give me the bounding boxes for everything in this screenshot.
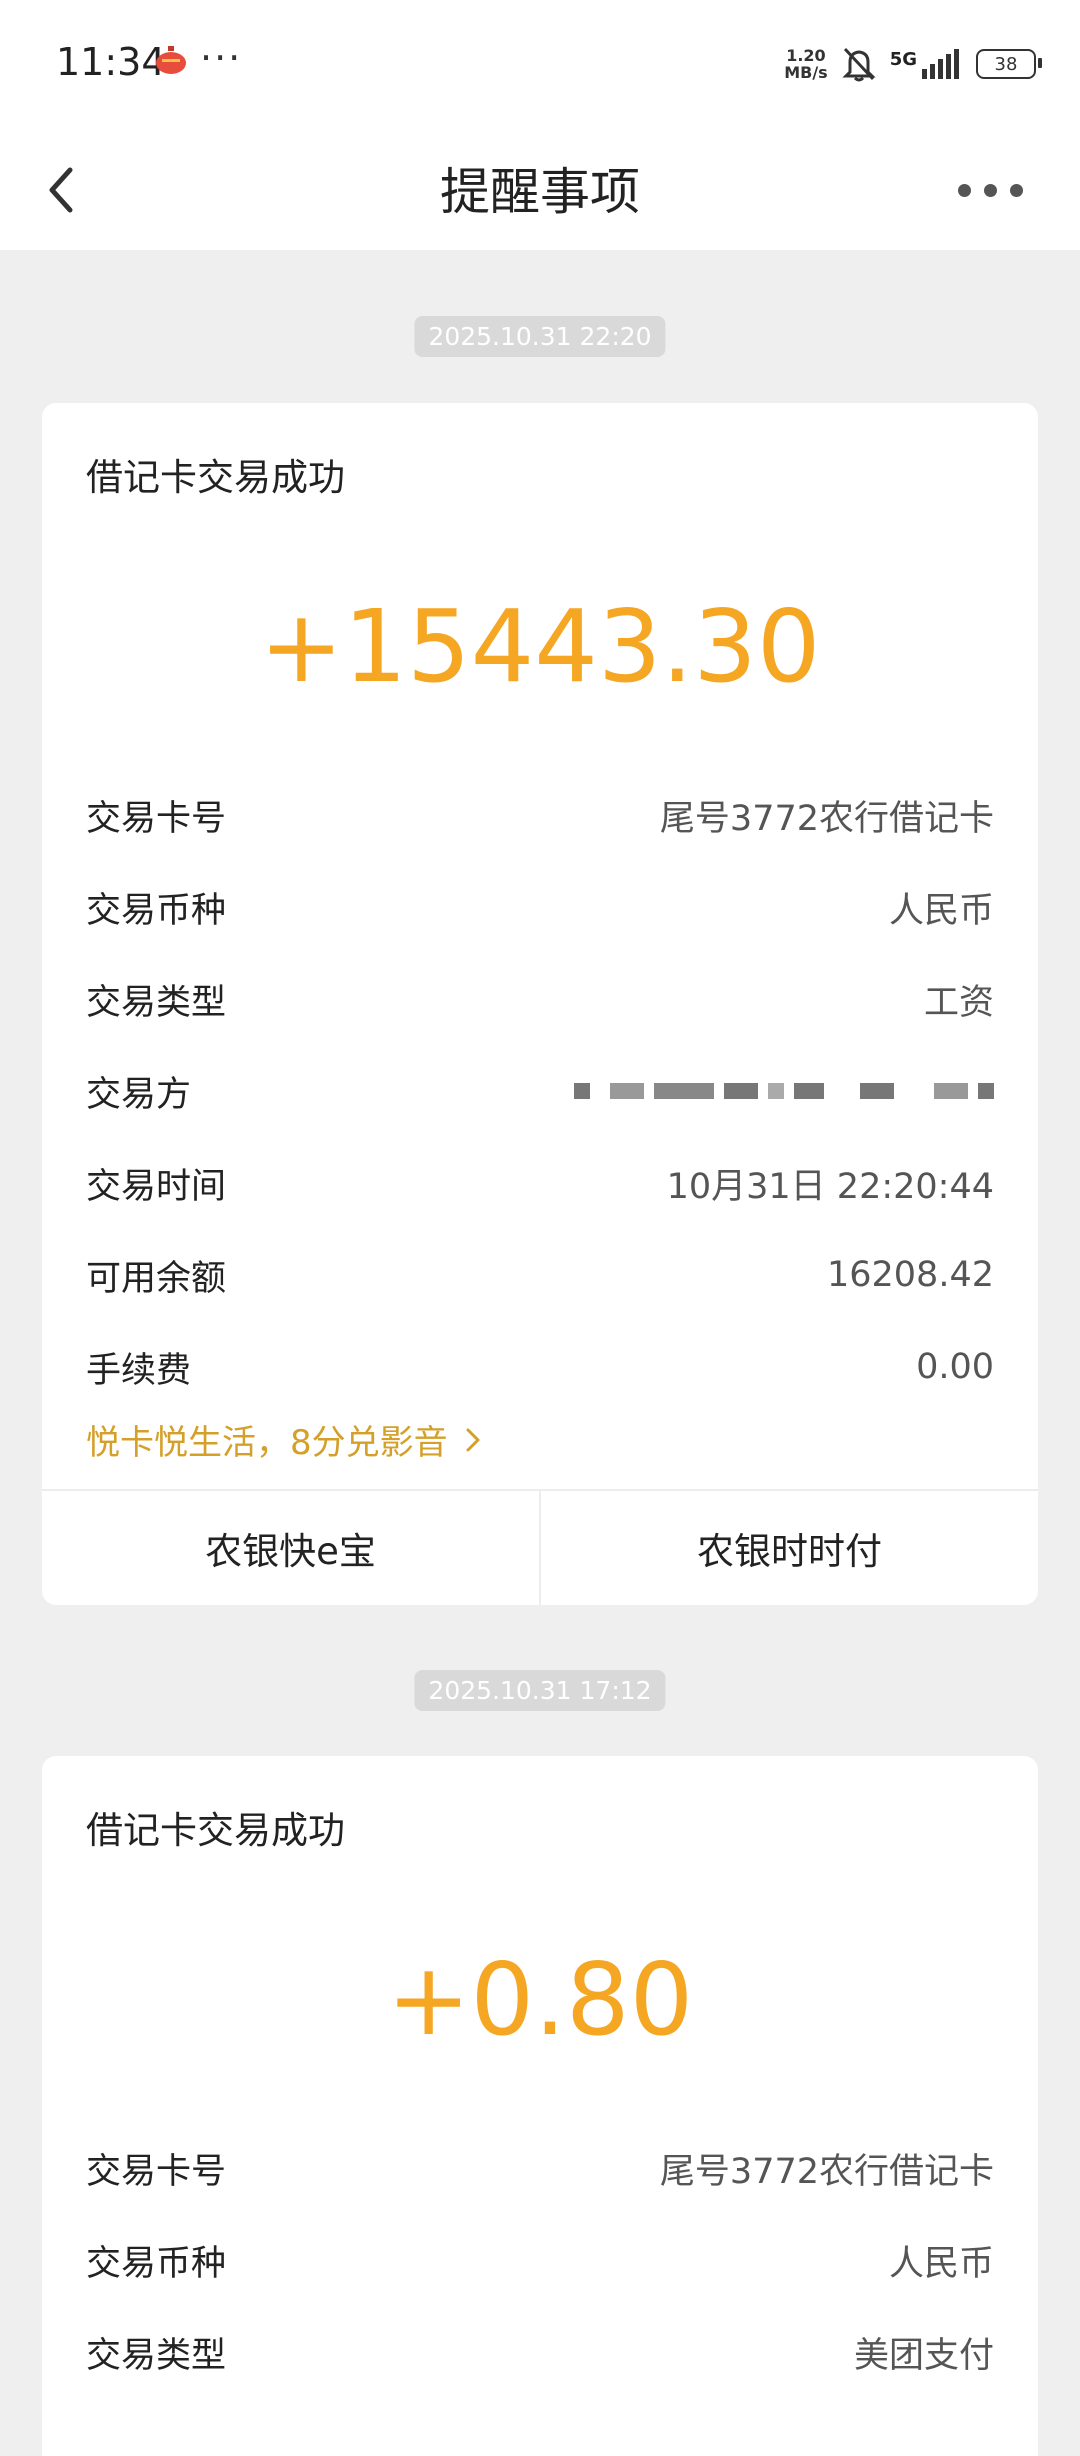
shi-shi-fu-button[interactable]: 农银时时付 xyxy=(539,1491,1038,1605)
detail-value: 美团支付 xyxy=(853,2335,994,2376)
detail-label: 手续费 xyxy=(86,1350,192,1391)
net-speed: 1.20 MB/s xyxy=(784,47,827,81)
net-speed-unit: MB/s xyxy=(784,63,828,82)
more-dots-icon xyxy=(983,183,997,197)
detail-value: 人民币 xyxy=(888,2243,994,2284)
detail-row: 交易币种 人民币 xyxy=(86,2230,994,2290)
promo-link[interactable]: 悦卡悦生活，8分兑影音 xyxy=(86,1415,484,1464)
detail-row: 交易类型 美团支付 xyxy=(86,2322,994,2382)
notice-card: 借记卡交易成功 +15443.30 交易卡号 尾号3772农行借记卡 交易币种 … xyxy=(42,403,1038,1605)
more-dots-icon xyxy=(957,183,971,197)
redacted-counterparty xyxy=(574,1071,994,1111)
detail-row: 可用余额 16208.42 xyxy=(86,1245,994,1305)
detail-value: 人民币 xyxy=(888,890,994,931)
nav-bar: 提醒事项 xyxy=(0,130,1080,250)
detail-value: 16208.42 xyxy=(826,1255,994,1295)
bell-off-icon xyxy=(842,47,876,82)
timestamp-chip: 2025.10.31 22:20 xyxy=(414,316,666,357)
network-type: 5G xyxy=(889,49,917,70)
detail-row: 交易类型 工资 xyxy=(86,969,994,1029)
transaction-amount: +0.80 xyxy=(386,1941,694,2058)
detail-label: 交易方 xyxy=(86,1074,192,1115)
battery-indicator: 38 xyxy=(976,49,1042,79)
chevron-right-icon xyxy=(466,1428,480,1451)
promo-text: 悦卡悦生活，8分兑影音 xyxy=(86,1423,448,1463)
status-time: 11:34 xyxy=(56,40,166,84)
detail-row: 交易时间 10月31日 22:20:44 xyxy=(86,1153,994,1213)
detail-label: 交易卡号 xyxy=(86,2151,227,2192)
kuai-e-bao-button[interactable]: 农银快e宝 xyxy=(42,1491,539,1605)
transaction-amount: +15443.30 xyxy=(259,588,821,705)
card-title: 借记卡交易成功 xyxy=(86,1809,345,1852)
page-title: 提醒事项 xyxy=(440,163,640,221)
detail-label: 交易类型 xyxy=(86,2335,227,2376)
detail-row: 交易方 xyxy=(86,1061,994,1121)
net-speed-value: 1.20 xyxy=(786,46,826,65)
detail-label: 交易币种 xyxy=(86,2243,227,2284)
detail-value: 尾号3772农行借记卡 xyxy=(659,2151,994,2192)
detail-label: 交易卡号 xyxy=(86,798,227,839)
card-actions: 农银快e宝 农银时时付 xyxy=(42,1489,1038,1605)
detail-label: 交易类型 xyxy=(86,982,227,1023)
status-dots: ··· xyxy=(200,36,243,80)
lantern-icon xyxy=(156,46,186,74)
detail-label: 可用余额 xyxy=(86,1258,227,1299)
card-title: 借记卡交易成功 xyxy=(86,456,345,499)
signal-group: 5G xyxy=(890,49,962,79)
detail-row: 手续费 0.00 xyxy=(86,1337,994,1397)
detail-label: 交易币种 xyxy=(86,890,227,931)
detail-label: 交易时间 xyxy=(86,1166,227,1207)
timestamp-chip: 2025.10.31 17:12 xyxy=(414,1670,666,1711)
notice-card: 借记卡交易成功 +0.80 交易卡号 尾号3772农行借记卡 交易币种 人民币 … xyxy=(42,1756,1038,2456)
detail-row: 交易卡号 尾号3772农行借记卡 xyxy=(86,785,994,845)
status-indicators: 1.20 MB/s 5G 38 xyxy=(784,44,1042,84)
signal-icon xyxy=(922,49,959,79)
status-bar: 11:34 ··· 1.20 MB/s 5G 38 xyxy=(0,0,1080,130)
detail-value: 工资 xyxy=(923,982,994,1023)
detail-row: 交易卡号 尾号3772农行借记卡 xyxy=(86,2138,994,2198)
detail-value: 0.00 xyxy=(916,1347,994,1387)
more-dots-icon xyxy=(1009,183,1023,197)
detail-value: 尾号3772农行借记卡 xyxy=(659,798,994,839)
detail-value: 10月31日 22:20:44 xyxy=(666,1166,994,1207)
detail-row: 交易币种 人民币 xyxy=(86,877,994,937)
more-button[interactable] xyxy=(930,160,1050,220)
